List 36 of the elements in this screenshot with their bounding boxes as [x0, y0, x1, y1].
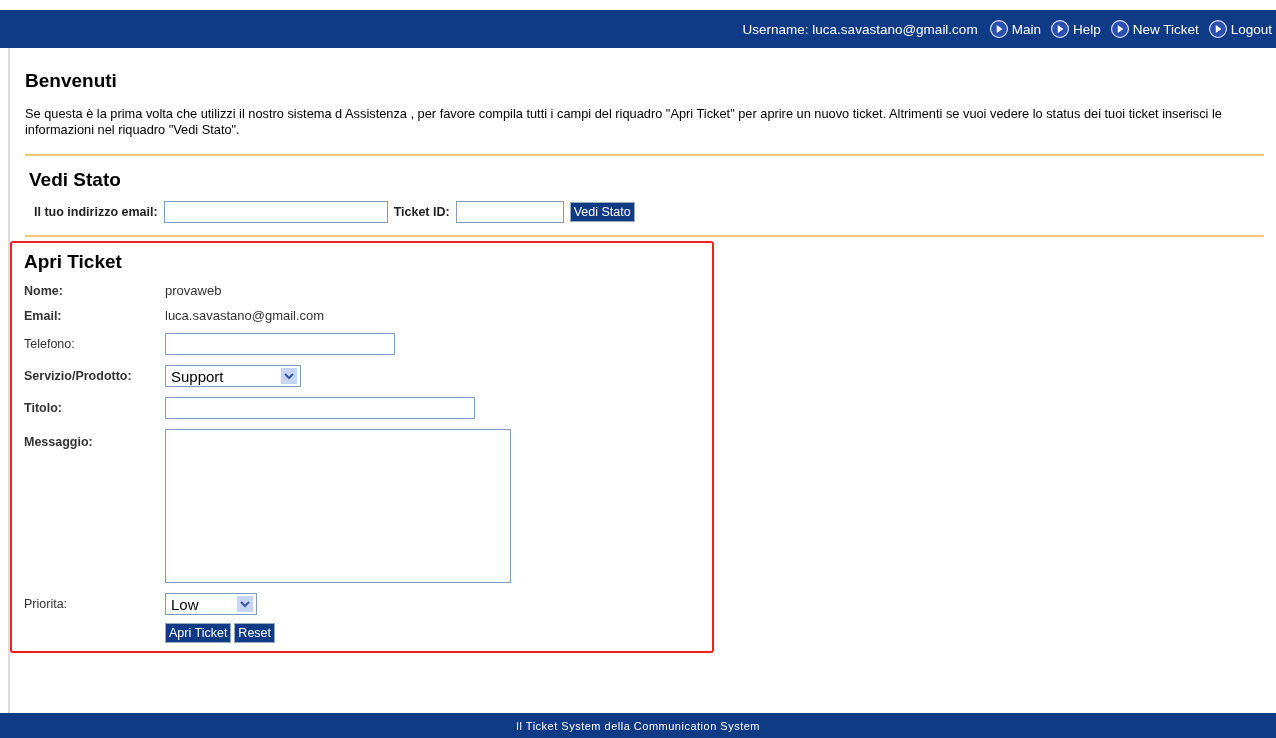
welcome-text: Se questa è la prima volta che utilizzi il nostro sistema d Assistenza , per favore compila tutti i campi del riquadro "Apri Ticket" per aprire un nuovo ticket. Altrimenti se vuoi vedere lo status dei tuoi ticket inserisci le informazioni nel riquadro "Vedi Stato".	[25, 106, 1223, 138]
field-value: luca.savastano@gmail.com	[165, 308, 325, 323]
email-input[interactable]	[163, 201, 388, 223]
text-input[interactable]	[165, 333, 395, 355]
field-value: provaweb	[165, 283, 222, 298]
chevron-down-icon	[281, 368, 297, 384]
text-input[interactable]	[165, 397, 475, 419]
play-circle-icon	[1208, 20, 1227, 38]
email-label: Il tuo indirizzo email:	[34, 205, 158, 219]
section-title: Apri Ticket	[24, 251, 123, 273]
nav-link[interactable]: Logout	[1208, 20, 1272, 38]
form-button[interactable]: Apri Ticket	[165, 623, 232, 643]
field-label: Nome:	[24, 283, 64, 298]
status-button[interactable]: Vedi Stato	[569, 202, 635, 222]
chevron-down-icon	[237, 596, 253, 612]
dropdown[interactable]: Low	[165, 593, 257, 615]
field-label: Priorita:	[24, 597, 69, 611]
nav-link[interactable]: New Ticket	[1110, 20, 1199, 38]
ticket-id-label: Ticket ID:	[393, 205, 450, 219]
field-label: Titolo:	[24, 401, 63, 415]
dropdown[interactable]: Support	[165, 365, 301, 387]
play-circle-icon	[1050, 20, 1069, 38]
ticket-id-input[interactable]	[455, 201, 564, 223]
field-label: Email:	[24, 308, 63, 323]
welcome-title: Benvenuti	[25, 70, 118, 92]
play-circle-icon	[989, 20, 1008, 38]
nav-link[interactable]: Main	[989, 20, 1041, 38]
nav-link[interactable]: Help	[1050, 20, 1101, 38]
play-circle-icon	[1110, 20, 1129, 38]
form-button[interactable]: Reset	[234, 623, 275, 643]
section-title: Vedi Stato	[29, 169, 122, 191]
field-label: Telefono:	[24, 337, 76, 351]
field-label: Servizio/Prodotto:	[24, 369, 133, 383]
footer-text: Il Ticket System della Communication System	[0, 713, 1276, 738]
field-label: Messaggio:	[24, 434, 94, 449]
username-label: Username: luca.savastano@gmail.com	[742, 21, 978, 37]
